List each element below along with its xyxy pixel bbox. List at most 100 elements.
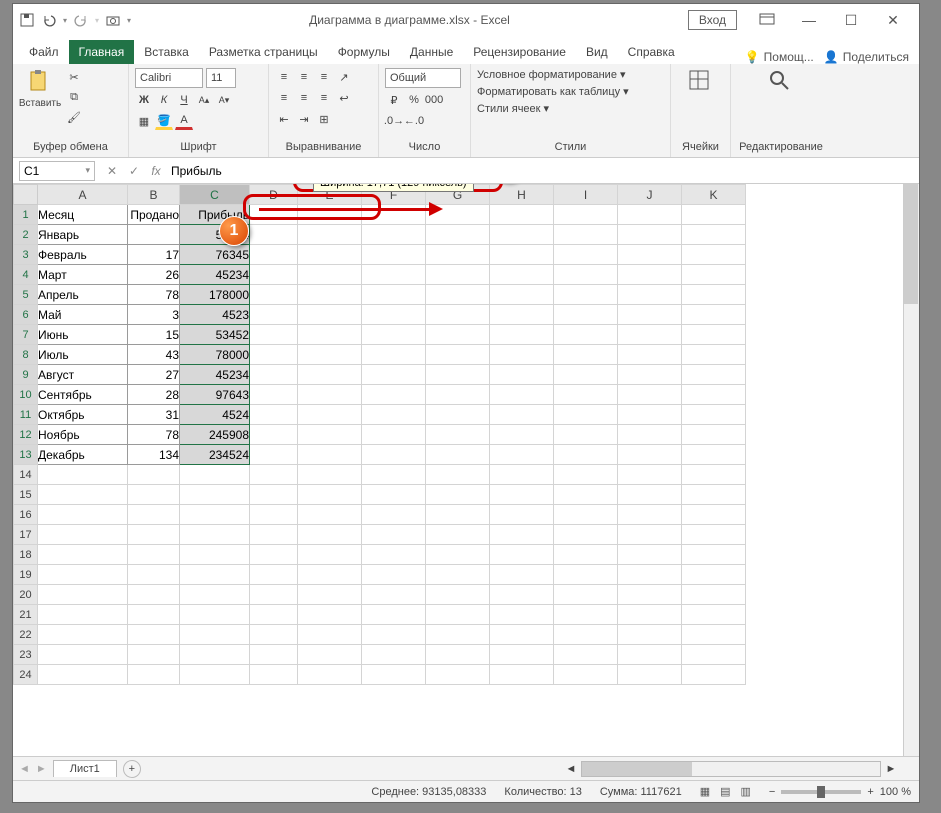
cell-K24[interactable]: [682, 665, 746, 685]
cell-A15[interactable]: [38, 485, 128, 505]
cell-K5[interactable]: [682, 285, 746, 305]
cell-D19[interactable]: [250, 565, 298, 585]
cell-C16[interactable]: [180, 505, 250, 525]
cell-B15[interactable]: [128, 485, 180, 505]
row-header-15[interactable]: 15: [14, 485, 38, 505]
cell-D21[interactable]: [250, 605, 298, 625]
cell-J20[interactable]: [618, 585, 682, 605]
col-header-I[interactable]: I: [554, 185, 618, 205]
cell-C11[interactable]: 4524: [180, 405, 250, 425]
cell-B14[interactable]: [128, 465, 180, 485]
cell-D12[interactable]: [250, 425, 298, 445]
cell-G9[interactable]: [426, 365, 490, 385]
cell-C17[interactable]: [180, 525, 250, 545]
sheet-nav-next[interactable]: ►: [36, 763, 47, 775]
cell-G3[interactable]: [426, 245, 490, 265]
cell-F13[interactable]: [362, 445, 426, 465]
cell-J11[interactable]: [618, 405, 682, 425]
tell-me[interactable]: 💡Помощ...: [745, 50, 814, 64]
cell-K3[interactable]: [682, 245, 746, 265]
col-header-C[interactable]: C: [180, 185, 250, 205]
view-pagebreak-icon[interactable]: ▥: [741, 785, 751, 798]
cell-H13[interactable]: [490, 445, 554, 465]
share-button[interactable]: 👤Поделиться: [824, 50, 909, 64]
cell-G19[interactable]: [426, 565, 490, 585]
cell-F11[interactable]: [362, 405, 426, 425]
cell-E11[interactable]: [298, 405, 362, 425]
cell-C10[interactable]: 97643: [180, 385, 250, 405]
cut-icon[interactable]: ✂: [65, 68, 83, 86]
cell-K19[interactable]: [682, 565, 746, 585]
cell-E10[interactable]: [298, 385, 362, 405]
cell-K11[interactable]: [682, 405, 746, 425]
cell-A18[interactable]: [38, 545, 128, 565]
cell-F22[interactable]: [362, 625, 426, 645]
horizontal-scrollbar[interactable]: [581, 761, 881, 777]
cell-F12[interactable]: [362, 425, 426, 445]
cell-J14[interactable]: [618, 465, 682, 485]
cell-G12[interactable]: [426, 425, 490, 445]
tab-layout[interactable]: Разметка страницы: [199, 40, 328, 64]
cell-J24[interactable]: [618, 665, 682, 685]
cell-B23[interactable]: [128, 645, 180, 665]
cell-G20[interactable]: [426, 585, 490, 605]
cell-J23[interactable]: [618, 645, 682, 665]
row-header-4[interactable]: 4: [14, 265, 38, 285]
row-header-24[interactable]: 24: [14, 665, 38, 685]
tab-view[interactable]: Вид: [576, 40, 618, 64]
cell-I23[interactable]: [554, 645, 618, 665]
cell-J18[interactable]: [618, 545, 682, 565]
cell-B24[interactable]: [128, 665, 180, 685]
cell-H8[interactable]: [490, 345, 554, 365]
cell-G24[interactable]: [426, 665, 490, 685]
orientation-icon[interactable]: ↗: [335, 68, 353, 86]
cell-A10[interactable]: Сентябрь: [38, 385, 128, 405]
cell-H20[interactable]: [490, 585, 554, 605]
cell-D6[interactable]: [250, 305, 298, 325]
maximize-button[interactable]: ☐: [831, 6, 871, 34]
cell-K17[interactable]: [682, 525, 746, 545]
cell-I15[interactable]: [554, 485, 618, 505]
vertical-scrollbar[interactable]: [903, 184, 919, 756]
cell-C3[interactable]: 76345: [180, 245, 250, 265]
cell-H23[interactable]: [490, 645, 554, 665]
cell-F14[interactable]: [362, 465, 426, 485]
cell-K8[interactable]: [682, 345, 746, 365]
cell-G23[interactable]: [426, 645, 490, 665]
cell-B6[interactable]: 3: [128, 305, 180, 325]
cell-H18[interactable]: [490, 545, 554, 565]
cell-K6[interactable]: [682, 305, 746, 325]
cell-I14[interactable]: [554, 465, 618, 485]
row-header-17[interactable]: 17: [14, 525, 38, 545]
cell-K14[interactable]: [682, 465, 746, 485]
cell-F24[interactable]: [362, 665, 426, 685]
cell-K9[interactable]: [682, 365, 746, 385]
inc-decimal-icon[interactable]: .0→: [385, 112, 403, 130]
cell-J12[interactable]: [618, 425, 682, 445]
cell-B5[interactable]: 78: [128, 285, 180, 305]
cell-H17[interactable]: [490, 525, 554, 545]
cell-H21[interactable]: [490, 605, 554, 625]
cell-B17[interactable]: [128, 525, 180, 545]
confirm-icon[interactable]: ✓: [123, 160, 145, 182]
cell-B18[interactable]: [128, 545, 180, 565]
align-center-icon[interactable]: ≡: [295, 89, 313, 107]
cell-D23[interactable]: [250, 645, 298, 665]
row-header-7[interactable]: 7: [14, 325, 38, 345]
row-header-11[interactable]: 11: [14, 405, 38, 425]
cell-C23[interactable]: [180, 645, 250, 665]
cell-B22[interactable]: [128, 625, 180, 645]
cell-I20[interactable]: [554, 585, 618, 605]
cell-A17[interactable]: [38, 525, 128, 545]
cell-E22[interactable]: [298, 625, 362, 645]
zoom-in[interactable]: +: [867, 786, 873, 798]
row-header-19[interactable]: 19: [14, 565, 38, 585]
cells-button[interactable]: [680, 68, 722, 96]
col-header-J[interactable]: J: [618, 185, 682, 205]
cell-A20[interactable]: [38, 585, 128, 605]
cell-F10[interactable]: [362, 385, 426, 405]
tab-home[interactable]: Главная: [69, 40, 135, 64]
cell-G7[interactable]: [426, 325, 490, 345]
cell-D3[interactable]: [250, 245, 298, 265]
cell-C24[interactable]: [180, 665, 250, 685]
